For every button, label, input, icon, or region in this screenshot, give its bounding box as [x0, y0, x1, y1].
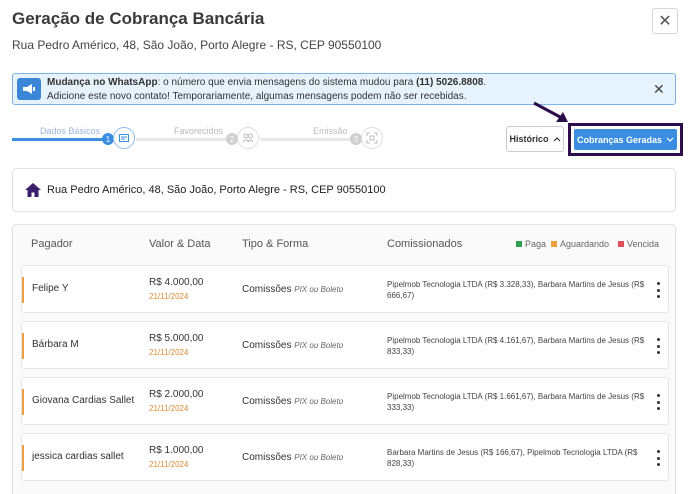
row-valor: R$ 1.000,00	[149, 445, 204, 456]
step-progress-bar	[12, 138, 107, 141]
status-indicator	[22, 389, 24, 415]
table-row[interactable]: Bárbara M R$ 5.000,00 21/11/2024 Comissõ…	[21, 321, 669, 369]
legend-label-aguardando: Aguardando	[560, 239, 610, 249]
document-icon[interactable]	[113, 127, 135, 149]
row-valor: R$ 2.000,00	[149, 389, 204, 400]
header-pagador[interactable]: Pagador	[31, 238, 73, 250]
status-indicator	[22, 445, 24, 471]
header-tipo-forma[interactable]: Tipo & Forma	[242, 238, 308, 250]
header-valor-data[interactable]: Valor & Data	[149, 238, 211, 250]
banner-text-end: .	[483, 77, 487, 88]
legend-vencida: Vencida	[618, 239, 659, 249]
row-pagador: jessica cardias sallet	[32, 451, 124, 462]
row-tipo: Comissões PIX ou Boleto	[242, 340, 343, 351]
row-comissionados: Pipelmob Tecnologia LTDA (R$ 4.161,67), …	[387, 336, 645, 356]
row-tipo-label: Comissões	[242, 396, 292, 407]
step-label-emissao[interactable]: Emissão	[313, 126, 348, 136]
row-tipo-label: Comissões	[242, 284, 292, 295]
row-data: 21/11/2024	[149, 348, 189, 357]
users-icon[interactable]	[237, 127, 259, 149]
row-forma: PIX ou Boleto	[294, 285, 344, 294]
cobrancas-geradas-highlight: Cobranças Geradas	[568, 123, 683, 156]
row-menu-icon[interactable]	[654, 394, 662, 410]
row-tipo: Comissões PIX ou Boleto	[242, 452, 343, 463]
row-menu-icon[interactable]	[654, 338, 662, 354]
row-pagador: Felipe Y	[32, 283, 69, 294]
historico-button[interactable]: Histórico	[506, 126, 564, 152]
header-comissionados[interactable]: Comissionados	[387, 238, 462, 250]
table-row[interactable]: Giovana Cardias Sallet R$ 2.000,00 21/11…	[21, 377, 669, 425]
banner-line-2: Adicione este novo contato! Temporariame…	[47, 91, 467, 102]
legend-label-paga: Paga	[525, 239, 547, 249]
banner-bold-label: Mudança no WhatsApp	[47, 77, 158, 88]
legend-aguardando: Aguardando	[551, 239, 609, 249]
row-comissionados: Barbara Martins de Jesus (R$ 166,67), Pi…	[387, 448, 638, 468]
row-forma: PIX ou Boleto	[294, 453, 344, 462]
row-forma: PIX ou Boleto	[294, 397, 344, 406]
table-row[interactable]: Felipe Y R$ 4.000,00 21/11/2024 Comissõe…	[21, 265, 669, 313]
row-tipo-label: Comissões	[242, 340, 292, 351]
expand-icon[interactable]	[361, 127, 383, 149]
cobrancas-geradas-label: Cobranças Geradas	[576, 134, 663, 145]
whatsapp-notice-banner: Mudança no WhatsApp: o número que envia …	[12, 73, 676, 105]
row-pagador: Giovana Cardias Sallet	[32, 395, 135, 406]
legend-label-vencida: Vencida	[627, 239, 660, 249]
table-row[interactable]: jessica cardias sallet R$ 1.000,00 21/11…	[21, 433, 669, 481]
step-label-dados-basicos[interactable]: Dados Básicos	[40, 126, 100, 136]
legend-swatch-paga	[516, 241, 522, 247]
row-tipo: Comissões PIX ou Boleto	[242, 284, 343, 295]
banner-text: : o número que envia mensagens do sistem…	[157, 77, 417, 88]
banner-phone: (11) 5026.8808	[416, 77, 484, 88]
cobrancas-table: Pagador Valor & Data Tipo & Forma Comiss…	[12, 224, 676, 494]
banner-line-1: Mudança no WhatsApp: o número que envia …	[47, 77, 486, 88]
chevron-up-icon	[553, 137, 560, 142]
chevron-down-icon	[666, 137, 674, 142]
address-text: Rua Pedro Américo, 48, São João, Porto A…	[47, 184, 386, 196]
banner-close-icon[interactable]: ✕	[653, 81, 665, 98]
row-data: 21/11/2024	[149, 404, 189, 413]
megaphone-icon	[17, 78, 41, 100]
row-valor: R$ 4.000,00	[149, 277, 204, 288]
step-bar	[260, 138, 350, 141]
step-bar	[136, 138, 226, 141]
home-icon	[25, 183, 41, 197]
address-card: Rua Pedro Américo, 48, São João, Porto A…	[12, 168, 676, 212]
legend-paga: Paga	[516, 239, 546, 249]
row-comissionados: Pipelmob Tecnologia LTDA (R$ 3.328,33), …	[387, 280, 645, 300]
row-menu-icon[interactable]	[654, 450, 662, 466]
stepper: Dados Básicos 1 Favorecidos 2 Emissão 3	[12, 126, 392, 156]
row-tipo-label: Comissões	[242, 452, 292, 463]
historico-label: Histórico	[509, 134, 549, 144]
row-menu-icon[interactable]	[654, 282, 662, 298]
row-forma: PIX ou Boleto	[294, 341, 344, 350]
cobrancas-geradas-button[interactable]: Cobranças Geradas	[574, 129, 677, 150]
row-data: 21/11/2024	[149, 292, 189, 301]
row-valor: R$ 5.000,00	[149, 333, 204, 344]
row-pagador: Bárbara M	[32, 339, 79, 350]
status-indicator	[22, 277, 24, 303]
close-button[interactable]: ✕	[652, 8, 678, 34]
row-comissionados: Pipelmob Tecnologia LTDA (R$ 1.661,67), …	[387, 392, 645, 412]
legend-swatch-aguardando	[551, 241, 557, 247]
table-header: Pagador Valor & Data Tipo & Forma Comiss…	[13, 225, 675, 261]
step-label-favorecidos[interactable]: Favorecidos	[174, 126, 223, 136]
page-title: Geração de Cobrança Bancária	[12, 9, 265, 28]
row-tipo: Comissões PIX ou Boleto	[242, 396, 343, 407]
row-data: 21/11/2024	[149, 460, 189, 469]
page-subtitle-address: Rua Pedro Américo, 48, São João, Porto A…	[12, 38, 382, 52]
status-indicator	[22, 333, 24, 359]
legend-swatch-vencida	[618, 241, 624, 247]
